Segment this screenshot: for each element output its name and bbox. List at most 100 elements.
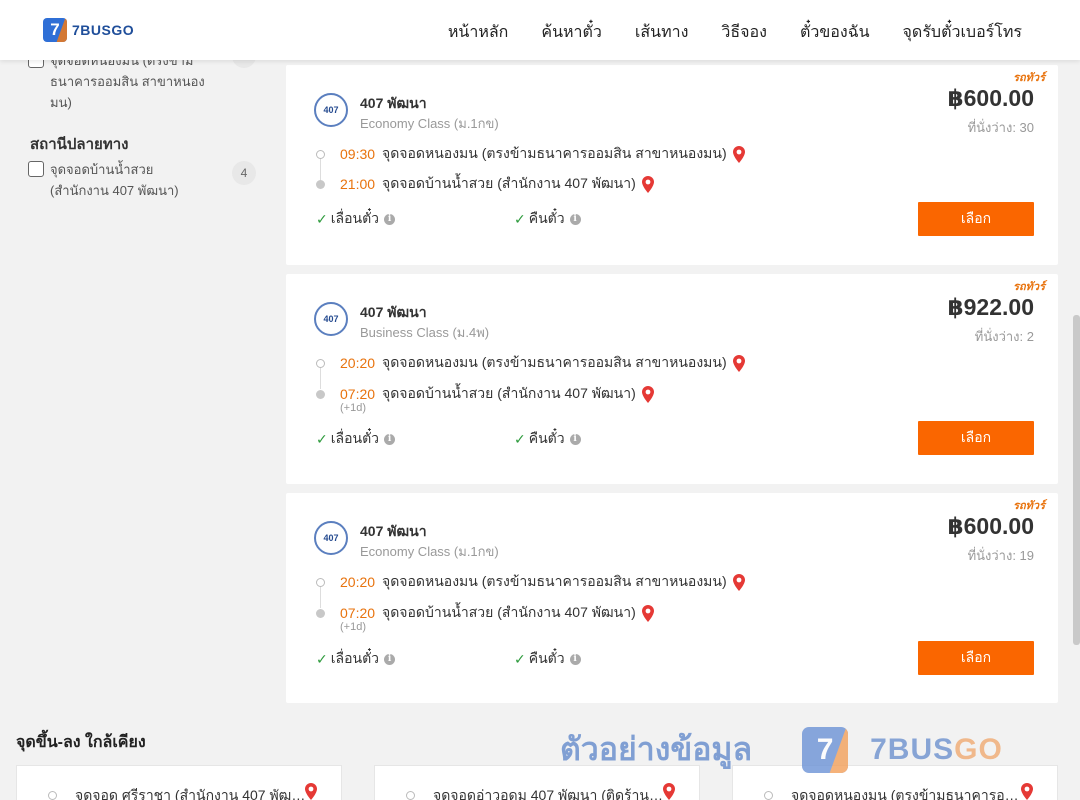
refund-ticket-feature: ✓ คืนตั๋ว i: [514, 648, 581, 670]
info-icon[interactable]: i: [384, 213, 396, 225]
watermark-brand: 7BUSGO: [870, 732, 1003, 766]
trip-card: รถทัวร์ 407 407 พัฒนา Business Class (ม.…: [286, 274, 1058, 484]
stop-dot: [764, 791, 773, 800]
departure-place: จุดจอดหนองมน (ตรงข้ามธนาคารออมสิน สาขาหน…: [382, 354, 727, 370]
stop-dot: [406, 791, 415, 800]
map-pin-icon[interactable]: [732, 573, 745, 591]
refund-ticket-feature: ✓ คืนตั๋ว i: [514, 428, 581, 450]
arrival-dot: [316, 389, 325, 399]
info-icon[interactable]: i: [384, 433, 396, 445]
trip-card: รถทัวร์ 407 407 พัฒนา Economy Class (ม.1…: [286, 65, 1058, 265]
departure-place: จุดจอดหนองมน (ตรงข้ามธนาคารออมสิน สาขาหน…: [382, 573, 727, 589]
select-trip-button[interactable]: เลือก: [918, 421, 1034, 455]
bus-type-badge: รถทัวร์: [1013, 281, 1045, 293]
watermark-text: ตัวอย่างข้อมูล: [560, 731, 753, 767]
departure-dot: [316, 577, 325, 587]
info-icon[interactable]: i: [384, 653, 396, 665]
destination-filter-option[interactable]: จุดจอดบ้านน้ำสวย (สำนักงาน 407 พัฒนา) 4: [28, 159, 256, 201]
check-icon: ✓: [514, 210, 526, 227]
select-trip-button[interactable]: เลือก: [918, 641, 1034, 675]
operator-logo: 407: [314, 521, 348, 555]
logo-text: 7BUSGO: [72, 22, 135, 38]
departure-stop: 20:20 จุดจอดหนองมน (ตรงข้ามธนาคารออมสิน …: [316, 571, 745, 593]
nearby-stop-name: จุดจอด ศรีราชา (สำนักงาน 407 พัฒนา): [75, 787, 307, 800]
nav-pickup-points[interactable]: จุดรับตั๋วเบอร์โทร: [903, 20, 1022, 45]
map-pin-icon[interactable]: [1021, 783, 1033, 800]
change-ticket-label: เลื่อนตั๋ว: [330, 430, 380, 446]
operator-name: 407 พัฒนา: [360, 304, 427, 320]
departure-stop: 09:30 จุดจอดหนองมน (ตรงข้ามธนาคารออมสิน …: [316, 143, 745, 165]
nav-search-tickets[interactable]: ค้นหาตั๋ว: [541, 20, 602, 45]
destination-section-title: สถานีปลายทาง: [30, 136, 129, 153]
next-day-indicator: (+1d): [340, 402, 366, 414]
info-icon[interactable]: i: [569, 213, 581, 225]
arrival-time: 07:20: [340, 386, 376, 402]
arrival-time: 21:00: [340, 176, 376, 192]
destination-checkbox[interactable]: [28, 161, 44, 177]
check-icon: ✓: [316, 650, 328, 667]
refund-ticket-label: คืนตั๋ว: [528, 210, 565, 226]
departure-time: 20:20: [340, 355, 376, 371]
seat-class: Economy Class (ม.1กข): [360, 116, 499, 131]
nav-home[interactable]: หน้าหลัก: [448, 20, 509, 45]
info-icon[interactable]: i: [569, 433, 581, 445]
logo-icon: 7: [43, 18, 67, 42]
stop-dot: [48, 791, 57, 800]
departure-time: 09:30: [340, 146, 376, 162]
departure-time: 20:20: [340, 574, 376, 590]
operator-logo: 407: [314, 93, 348, 127]
map-pin-icon[interactable]: [732, 354, 745, 372]
map-pin-icon[interactable]: [732, 145, 745, 163]
arrival-stop: 07:20 จุดจอดบ้านน้ำสวย (สำนักงาน 407 พัฒ…: [316, 602, 654, 624]
arrival-time: 07:20: [340, 605, 376, 621]
arrival-place: จุดจอดบ้านน้ำสวย (สำนักงาน 407 พัฒนา): [382, 175, 636, 191]
arrival-dot: [316, 179, 325, 189]
destination-filter-label: จุดจอดบ้านน้ำสวย (สำนักงาน 407 พัฒนา): [50, 162, 179, 198]
site-logo[interactable]: 7 7BUSGO: [43, 18, 134, 42]
map-pin-icon[interactable]: [641, 385, 654, 403]
select-trip-button[interactable]: เลือก: [918, 202, 1034, 236]
map-pin-icon[interactable]: [305, 783, 317, 800]
page-scrollbar[interactable]: [1073, 315, 1080, 645]
bus-type-badge: รถทัวร์: [1013, 72, 1045, 84]
arrival-place: จุดจอดบ้านน้ำสวย (สำนักงาน 407 พัฒนา): [382, 385, 636, 401]
change-ticket-label: เลื่อนตั๋ว: [330, 210, 380, 226]
check-icon: ✓: [316, 430, 328, 447]
nearby-stops-title: จุดขึ้น-ลง ใกล้เคียง: [16, 734, 146, 751]
departure-place: จุดจอดหนองมน (ตรงข้ามธนาคารออมสิน สาขาหน…: [382, 145, 727, 161]
change-ticket-feature: ✓ เลื่อนตั๋ว i: [316, 208, 396, 230]
trip-price: ฿600.00: [947, 85, 1034, 111]
map-pin-icon[interactable]: [641, 604, 654, 622]
nav-how-to-book[interactable]: วิธีจอง: [721, 20, 767, 45]
seats-available: ที่นั่งว่าง: 2: [974, 329, 1034, 344]
trip-price: ฿922.00: [947, 294, 1034, 320]
nearby-stop-name: จุดจอดหนองมน (ตรงข้ามธนาคารออมสิน สาขาหน…: [791, 787, 1023, 800]
refund-ticket-label: คืนตั๋ว: [528, 650, 565, 666]
next-day-indicator: (+1d): [340, 621, 366, 633]
bus-type-badge: รถทัวร์: [1013, 500, 1045, 512]
nearby-stop-card[interactable]: จุดจอด ศรีราชา (สำนักงาน 407 พัฒนา): [16, 765, 342, 800]
seats-available: ที่นั่งว่าง: 19: [967, 548, 1034, 563]
change-ticket-feature: ✓ เลื่อนตั๋ว i: [316, 428, 396, 450]
refund-ticket-feature: ✓ คืนตั๋ว i: [514, 208, 581, 230]
destination-count-badge: 4: [232, 161, 256, 185]
check-icon: ✓: [514, 650, 526, 667]
map-pin-icon[interactable]: [641, 175, 654, 193]
departure-dot: [316, 149, 325, 159]
top-header: 7 7BUSGO หน้าหลัก ค้นหาตั๋ว เส้นทาง วิธี…: [0, 0, 1080, 60]
operator-logo: 407: [314, 302, 348, 336]
check-icon: ✓: [316, 210, 328, 227]
arrival-stop: 21:00 จุดจอดบ้านน้ำสวย (สำนักงาน 407 พัฒ…: [316, 173, 654, 195]
seats-available: ที่นั่งว่าง: 30: [967, 120, 1034, 135]
nearby-stop-name: จุดจอดอ่าวอุดม 407 พัฒนา (ติดร้านอ่าวอุด…: [433, 787, 665, 800]
map-pin-icon[interactable]: [663, 783, 675, 800]
arrival-stop: 07:20 จุดจอดบ้านน้ำสวย (สำนักงาน 407 พัฒ…: [316, 383, 654, 405]
check-icon: ✓: [514, 430, 526, 447]
info-icon[interactable]: i: [569, 653, 581, 665]
trip-card: รถทัวร์ 407 407 พัฒนา Economy Class (ม.1…: [286, 493, 1058, 703]
change-ticket-label: เลื่อนตั๋ว: [330, 650, 380, 666]
nav-routes[interactable]: เส้นทาง: [635, 20, 689, 45]
departure-stop: 20:20 จุดจอดหนองมน (ตรงข้ามธนาคารออมสิน …: [316, 352, 745, 374]
nav-my-tickets[interactable]: ตั๋วของฉัน: [800, 20, 870, 45]
arrival-place: จุดจอดบ้านน้ำสวย (สำนักงาน 407 พัฒนา): [382, 604, 636, 620]
